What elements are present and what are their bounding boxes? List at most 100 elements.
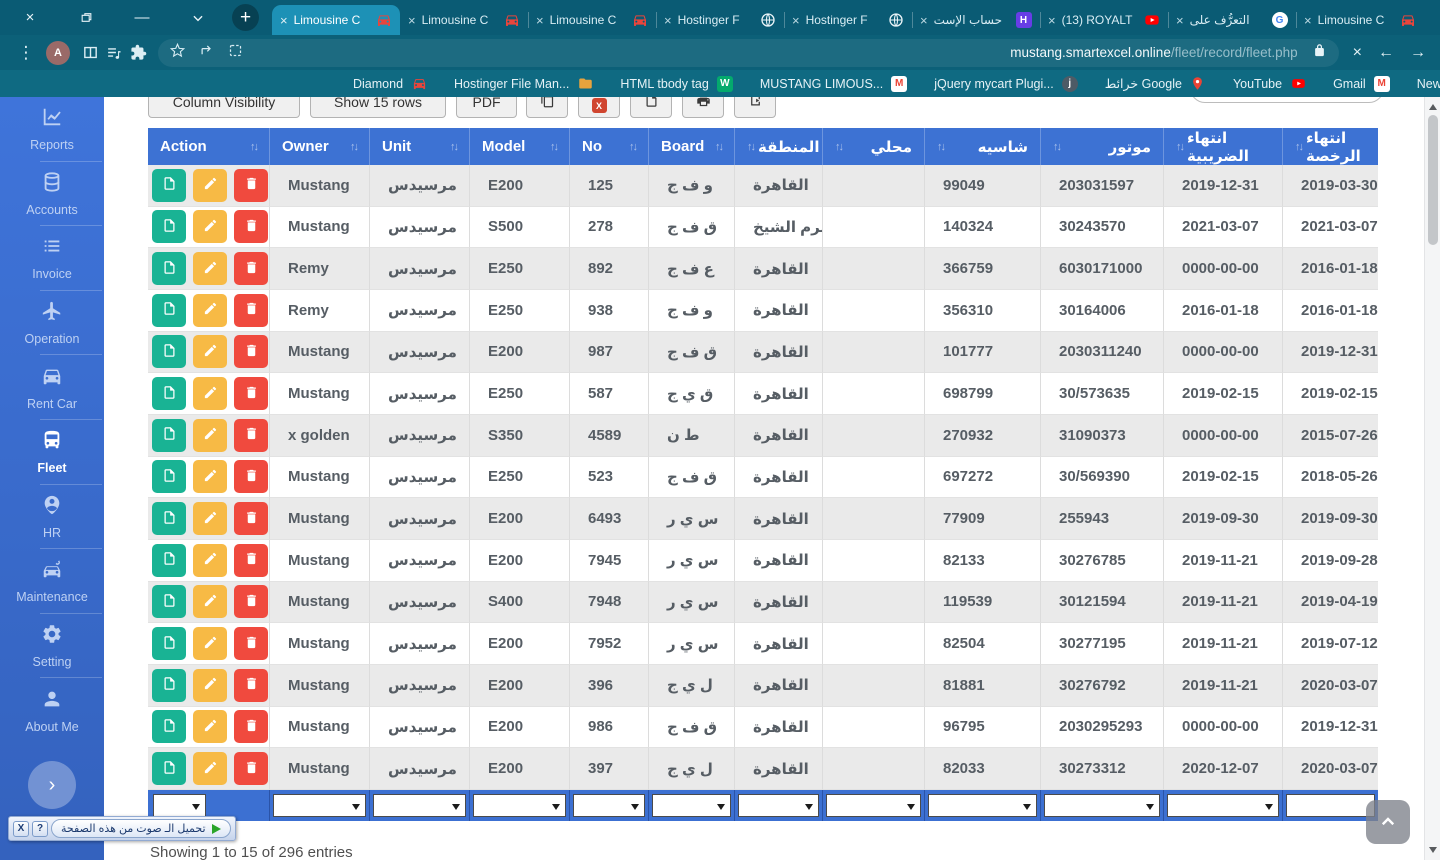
- scrollbar-thumb[interactable]: [1428, 115, 1438, 245]
- sidebar-item-hr[interactable]: HR: [0, 485, 104, 550]
- tab-close-icon[interactable]: ×: [280, 13, 288, 28]
- back-icon[interactable]: ←: [1378, 44, 1394, 62]
- column-filter-select[interactable]: [1286, 793, 1375, 817]
- sidebar-expand-button[interactable]: ›: [28, 761, 76, 809]
- edit-record-button[interactable]: [193, 335, 227, 369]
- browser-tab[interactable]: × Hostinger F: [656, 5, 784, 35]
- sidebar-item-rent-car[interactable]: Rent Car: [0, 355, 104, 420]
- bookmark-star-icon[interactable]: [169, 42, 186, 63]
- column-header[interactable]: Unit ↑↓: [370, 128, 470, 165]
- delete-record-button[interactable]: [234, 252, 268, 286]
- column-filter-select[interactable]: [1044, 793, 1160, 817]
- capture-icon[interactable]: [228, 43, 243, 63]
- view-record-button[interactable]: [152, 418, 186, 452]
- sidebar-item-operation[interactable]: Operation: [0, 291, 104, 356]
- view-record-button[interactable]: [152, 252, 186, 286]
- download-audio-button[interactable]: تحميل الـ صوت من هذه الصفحة: [51, 819, 231, 838]
- column-header[interactable]: ↑↓ موتور: [1041, 128, 1164, 165]
- sidebar-item-reports[interactable]: Reports: [0, 97, 104, 162]
- column-filter-select[interactable]: [473, 793, 566, 817]
- tab-menu-icon[interactable]: [190, 10, 206, 26]
- column-filter-select[interactable]: [373, 793, 466, 817]
- profile-avatar[interactable]: A: [46, 40, 70, 65]
- edit-record-button[interactable]: [193, 710, 227, 744]
- delete-record-button[interactable]: [234, 502, 268, 536]
- view-record-button[interactable]: [152, 377, 186, 411]
- window-minimize-icon[interactable]: —: [134, 9, 150, 26]
- overlay-close-button[interactable]: X: [13, 820, 29, 837]
- browser-tab[interactable]: × Limousine C: [528, 5, 656, 35]
- browser-tab[interactable]: × Hostinger F: [784, 5, 912, 35]
- tab-close-icon[interactable]: ×: [536, 13, 544, 28]
- delete-record-button[interactable]: [234, 627, 268, 661]
- column-filter-select[interactable]: [153, 793, 206, 817]
- tab-close-icon[interactable]: ×: [408, 13, 416, 28]
- browser-tab[interactable]: × Limousine C: [272, 5, 400, 35]
- delete-record-button[interactable]: [234, 418, 268, 452]
- bookmark-item[interactable]: Diamond: [353, 76, 427, 92]
- view-record-button[interactable]: [152, 502, 186, 536]
- view-record-button[interactable]: [152, 210, 186, 244]
- stop-icon[interactable]: ×: [1353, 44, 1362, 62]
- tab-close-icon[interactable]: ×: [664, 13, 672, 28]
- sidebar-item-maintenance[interactable]: Maintenance: [0, 549, 104, 614]
- tab-close-icon[interactable]: ×: [1304, 13, 1312, 28]
- column-filter-select[interactable]: [573, 793, 645, 817]
- column-visibility-button[interactable]: Column Visibility: [148, 97, 300, 118]
- column-filter-select[interactable]: [826, 793, 921, 817]
- browser-tab[interactable]: × حساب الإست H: [912, 5, 1040, 35]
- edit-record-button[interactable]: [193, 752, 227, 786]
- bookmark-item[interactable]: HTML tbody tag W: [620, 75, 733, 92]
- view-record-button[interactable]: [152, 710, 186, 744]
- column-header[interactable]: Action ↑↓: [148, 128, 270, 165]
- sidebar-item-about-me[interactable]: About Me: [0, 678, 104, 743]
- browser-scrollbar[interactable]: [1424, 97, 1440, 860]
- edit-record-button[interactable]: [193, 168, 227, 202]
- delete-record-button[interactable]: [234, 377, 268, 411]
- column-header[interactable]: Model ↑↓: [470, 128, 570, 165]
- delete-record-button[interactable]: [234, 543, 268, 577]
- browser-tab[interactable]: × Limousine C: [1296, 5, 1424, 35]
- delete-record-button[interactable]: [234, 293, 268, 327]
- sidebar-item-setting[interactable]: Setting: [0, 614, 104, 679]
- edit-record-button[interactable]: [193, 293, 227, 327]
- edit-record-button[interactable]: [193, 668, 227, 702]
- bookmark-item[interactable]: Hostinger File Man...: [454, 76, 593, 92]
- edit-record-button[interactable]: [193, 543, 227, 577]
- delete-record-button[interactable]: [234, 668, 268, 702]
- column-filter-select[interactable]: [738, 793, 819, 817]
- browser-menu-icon[interactable]: ⋮: [14, 41, 38, 65]
- scroll-to-top-button[interactable]: [1366, 800, 1410, 844]
- column-header[interactable]: Owner ↑↓: [270, 128, 370, 165]
- extensions-puzzle-icon[interactable]: [126, 41, 150, 65]
- forward-icon[interactable]: →: [1410, 44, 1426, 62]
- side-panel-icon[interactable]: [78, 41, 102, 65]
- bookmark-item[interactable]: jQuery mycart Plugi... j: [934, 75, 1078, 92]
- scrollbar-up-icon[interactable]: [1429, 104, 1437, 110]
- view-record-button[interactable]: [152, 668, 186, 702]
- browser-tab[interactable]: × (13) ROYALT: [1040, 5, 1168, 35]
- tab-close-icon[interactable]: ×: [1048, 13, 1056, 28]
- view-record-button[interactable]: [152, 752, 186, 786]
- delete-record-button[interactable]: [234, 752, 268, 786]
- view-record-button[interactable]: [152, 293, 186, 327]
- view-record-button[interactable]: [152, 168, 186, 202]
- delete-record-button[interactable]: [234, 335, 268, 369]
- column-header[interactable]: ↑↓ انتهاء الضريبية: [1164, 128, 1283, 165]
- tab-close-icon[interactable]: ×: [920, 13, 928, 28]
- view-record-button[interactable]: [152, 335, 186, 369]
- delete-record-button[interactable]: [234, 585, 268, 619]
- browser-tab[interactable]: × Limousine C: [400, 5, 528, 35]
- column-filter-select[interactable]: [928, 793, 1037, 817]
- new-tab-button[interactable]: +: [232, 4, 259, 31]
- overlay-help-button[interactable]: ?: [32, 820, 48, 837]
- edit-record-button[interactable]: [193, 377, 227, 411]
- bookmark-item[interactable]: New Invoice - Must...N: [1417, 76, 1440, 92]
- bookmark-item[interactable]: خرائط Google: [1105, 76, 1206, 92]
- csv-export-button[interactable]: [630, 97, 672, 118]
- edit-record-button[interactable]: [193, 210, 227, 244]
- browser-tab[interactable]: × التعرُّف على G: [1168, 5, 1296, 35]
- delete-record-button[interactable]: [234, 168, 268, 202]
- show-rows-button[interactable]: Show 15 rows: [310, 97, 446, 118]
- reading-list-icon[interactable]: [102, 41, 126, 65]
